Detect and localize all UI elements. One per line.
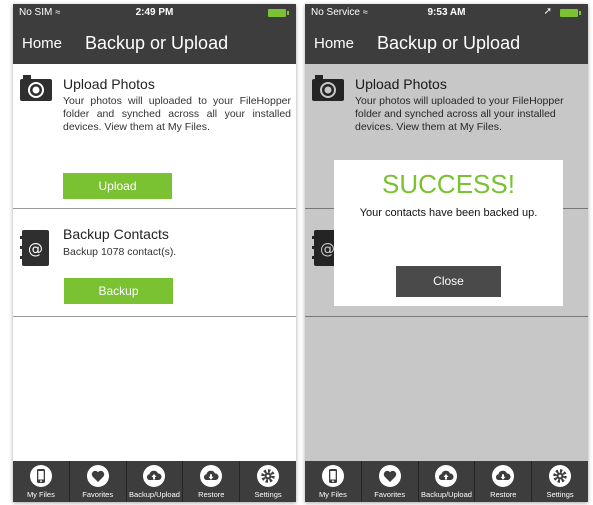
tab-my-files[interactable]: My Files — [305, 461, 362, 502]
tab-settings[interactable]: Settings — [240, 461, 296, 502]
tab-bar: My Files Favorites Backup/Upload Restore… — [305, 461, 588, 502]
backup-button[interactable]: Backup — [64, 278, 173, 304]
divider — [13, 316, 296, 317]
tab-favorites[interactable]: Favorites — [70, 461, 127, 502]
close-button[interactable]: Close — [396, 266, 501, 297]
upload-photos-title: Upload Photos — [63, 76, 155, 92]
status-bar: No Service ≈ 9:53 AM ➚ — [305, 4, 588, 22]
gear-icon — [257, 465, 280, 487]
nav-bar: Home Backup or Upload — [305, 22, 588, 64]
status-time: 2:49 PM — [135, 7, 174, 18]
heart-icon — [378, 465, 401, 487]
page-title: Backup or Upload — [377, 33, 521, 53]
heart-icon — [86, 465, 109, 487]
phone-icon — [321, 465, 344, 487]
tab-restore[interactable]: Restore — [183, 461, 241, 502]
tab-bar: My Files Favorites Backup/Upload Restore… — [13, 461, 296, 502]
backup-contacts-title: Backup Contacts — [63, 226, 169, 242]
home-button[interactable]: Home — [314, 35, 354, 52]
cloud-upload-icon — [435, 465, 458, 487]
battery-icon — [268, 9, 289, 17]
battery-icon — [560, 9, 581, 17]
success-message: Your contacts have been backed up. — [359, 207, 538, 219]
tab-favorites[interactable]: Favorites — [362, 461, 419, 502]
main-content: Upload Photos Your photos will uploaded … — [13, 64, 296, 461]
nav-bar: Home Backup or Upload — [13, 22, 296, 64]
tab-backup-upload[interactable]: Backup/Upload — [127, 461, 184, 502]
address-book-icon: @ — [20, 230, 49, 266]
tab-settings[interactable]: Settings — [532, 461, 588, 502]
home-button[interactable]: Home — [22, 35, 62, 52]
cloud-upload-icon — [143, 465, 166, 487]
phone-icon — [29, 465, 52, 487]
tab-restore[interactable]: Restore — [475, 461, 533, 502]
status-bar: No SIM ≈ 2:49 PM — [13, 4, 296, 22]
upload-button[interactable]: Upload — [63, 173, 172, 199]
location-arrow-icon: ➚ — [543, 6, 552, 17]
phone-screen-success: No Service ≈ 9:53 AM ➚ Home Backup or Upl… — [305, 4, 588, 502]
success-title: SUCCESS! — [382, 169, 515, 199]
tab-backup-upload[interactable]: Backup/Upload — [419, 461, 476, 502]
svg-text:@: @ — [28, 240, 43, 258]
tab-my-files[interactable]: My Files — [13, 461, 70, 502]
success-dialog: SUCCESS! Your contacts have been backed … — [334, 160, 563, 306]
gear-icon — [549, 465, 572, 487]
upload-photos-description: Your photos will uploaded to your FileHo… — [63, 95, 291, 133]
camera-icon — [20, 75, 52, 101]
cloud-download-icon — [200, 465, 223, 487]
backup-contacts-description: Backup 1078 contact(s). — [63, 246, 177, 258]
divider — [13, 208, 296, 209]
page-title: Backup or Upload — [85, 33, 229, 53]
cloud-download-icon — [492, 465, 515, 487]
phone-screen-backup: No SIM ≈ 2:49 PM Home Backup or Upload Up… — [13, 4, 296, 502]
